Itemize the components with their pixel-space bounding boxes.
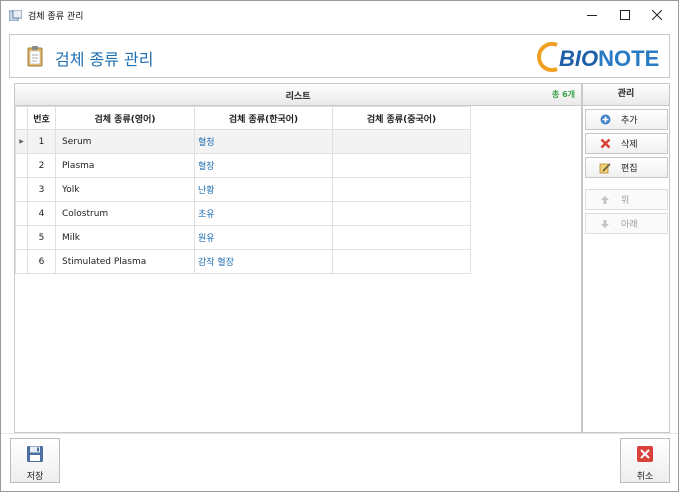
delete-x-icon	[599, 138, 611, 150]
manage-title: 관리	[583, 84, 669, 106]
cell-chinese[interactable]	[332, 201, 471, 226]
cancel-button[interactable]: 취소	[620, 438, 670, 483]
column-header[interactable]: 검체 종류(한국어)	[194, 106, 333, 130]
row-selector-header	[15, 106, 28, 130]
cell-korean[interactable]: 난황	[194, 177, 333, 202]
cell-chinese[interactable]	[332, 153, 471, 178]
cell-english[interactable]: Yolk	[55, 177, 195, 202]
title-bar: 검체 종류 관리	[1, 1, 678, 29]
table-row[interactable]: 5 Milk 원유	[15, 225, 471, 250]
page-header: 검체 종류 관리 BIONOTE	[9, 34, 670, 78]
floppy-disk-icon	[27, 446, 43, 462]
row-selector	[15, 201, 28, 226]
move-up-button[interactable]: 위	[585, 189, 668, 210]
edit-label: 편집	[621, 164, 638, 174]
table-row[interactable]: ▶ 1 Serum 혈청	[15, 129, 471, 154]
row-selector	[15, 249, 28, 274]
close-icon[interactable]	[643, 5, 671, 25]
arrow-up-icon	[599, 194, 611, 206]
main-window: 검체 종류 관리 검체 종류 관리 BIONOTE 리스트 총 6개 번호 검체…	[0, 0, 679, 492]
move-down-button[interactable]: 아래	[585, 213, 668, 234]
cancel-x-icon	[637, 446, 653, 462]
column-header[interactable]: 검체 종류(영어)	[55, 106, 195, 130]
delete-button[interactable]: 삭제	[585, 133, 668, 154]
row-selector	[15, 225, 28, 250]
cell-english[interactable]: Plasma	[55, 153, 195, 178]
table-row[interactable]: 2 Plasma 혈장	[15, 153, 471, 178]
delete-label: 삭제	[621, 140, 638, 150]
cell-english[interactable]: Stimulated Plasma	[55, 249, 195, 274]
row-selector	[15, 177, 28, 202]
cell-no[interactable]: 4	[27, 201, 56, 226]
table-header-row: 번호 검체 종류(영어) 검체 종류(한국어) 검체 종류(중국어)	[15, 106, 471, 130]
edit-pencil-icon	[599, 162, 611, 174]
row-selector	[15, 153, 28, 178]
arrow-down-icon	[599, 218, 611, 230]
edit-button[interactable]: 편집	[585, 157, 668, 178]
minimize-icon[interactable]	[578, 5, 606, 25]
table-row[interactable]: 4 Colostrum 초유	[15, 201, 471, 226]
save-button[interactable]: 저장	[10, 438, 60, 483]
cell-english[interactable]: Colostrum	[55, 201, 195, 226]
cell-korean[interactable]: 원유	[194, 225, 333, 250]
clipboard-icon	[27, 46, 43, 67]
plus-circle-icon	[599, 114, 611, 126]
cell-no[interactable]: 6	[27, 249, 56, 274]
total-count: 총 6개	[551, 90, 575, 99]
table-row[interactable]: 3 Yolk 난황	[15, 177, 471, 202]
save-label: 저장	[26, 472, 44, 482]
add-button[interactable]: 추가	[585, 109, 668, 130]
cell-english[interactable]: Serum	[55, 129, 195, 154]
column-header[interactable]: 검체 종류(중국어)	[332, 106, 471, 130]
page-title: 검체 종류 관리	[55, 50, 154, 69]
bionote-logo: BIONOTE	[537, 41, 661, 73]
cell-korean[interactable]: 초유	[194, 201, 333, 226]
up-label: 위	[621, 196, 630, 206]
maximize-icon[interactable]	[611, 5, 639, 25]
list-panel: 리스트 총 6개 번호 검체 종류(영어) 검체 종류(한국어) 검체 종류(중…	[14, 83, 582, 433]
cell-chinese[interactable]	[332, 177, 471, 202]
cell-no[interactable]: 5	[27, 225, 56, 250]
list-title: 리스트	[285, 92, 311, 102]
down-label: 아래	[621, 220, 638, 230]
cell-korean[interactable]: 혈장	[194, 153, 333, 178]
manage-panel: 관리 추가 삭제 편집 위 아래	[582, 83, 670, 433]
cell-chinese[interactable]	[332, 249, 471, 274]
cell-korean[interactable]: 혈청	[194, 129, 333, 154]
specimen-table: 번호 검체 종류(영어) 검체 종류(한국어) 검체 종류(중국어) ▶ 1 S…	[15, 106, 471, 274]
window-title: 검체 종류 관리	[28, 12, 84, 22]
cell-korean[interactable]: 감작 혈장	[194, 249, 333, 274]
cancel-label: 취소	[636, 472, 654, 482]
table-row[interactable]: 6 Stimulated Plasma 감작 혈장	[15, 249, 471, 274]
list-header: 리스트 총 6개	[15, 84, 581, 106]
cell-chinese[interactable]	[332, 225, 471, 250]
cell-no[interactable]: 2	[27, 153, 56, 178]
app-icon	[9, 10, 22, 21]
cell-no[interactable]: 3	[27, 177, 56, 202]
add-label: 추가	[621, 116, 638, 126]
row-indicator-icon: ▶	[15, 129, 28, 154]
cell-english[interactable]: Milk	[55, 225, 195, 250]
column-header[interactable]: 번호	[27, 106, 56, 130]
footer-divider	[1, 433, 678, 434]
cell-no[interactable]: 1	[27, 129, 56, 154]
cell-chinese[interactable]	[332, 129, 471, 154]
